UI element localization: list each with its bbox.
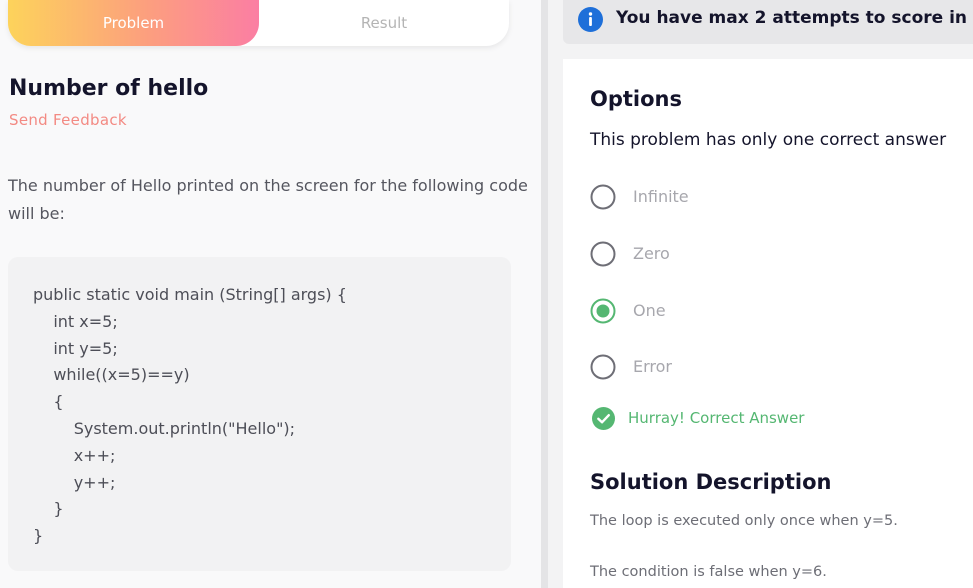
attempts-banner: You have max 2 attempts to score in this… xyxy=(563,0,973,44)
code-block: public static void main (String[] args) … xyxy=(8,257,511,571)
info-icon xyxy=(578,7,603,32)
radio-unchecked-icon[interactable] xyxy=(590,241,616,267)
code-line: int x=5; xyxy=(33,311,118,331)
tab-problem[interactable]: Problem xyxy=(8,0,259,46)
radio-unchecked-icon[interactable] xyxy=(590,184,616,210)
code-lines: public static void main (String[] args) … xyxy=(33,282,347,550)
code-line: } xyxy=(33,499,64,519)
radio-checked-icon[interactable] xyxy=(590,298,616,324)
option-label: Infinite xyxy=(633,187,689,206)
code-line: while((x=5)==y) xyxy=(33,365,190,385)
solution-line: The condition is false when y=6. xyxy=(590,564,827,580)
code-line: x++; xyxy=(33,445,116,465)
problem-title: Number of hello xyxy=(9,76,209,101)
code-line: int y=5; xyxy=(33,338,118,358)
tab-result[interactable]: Result xyxy=(259,0,509,46)
solution-title: Solution Description xyxy=(590,470,832,494)
send-feedback-link[interactable]: Send Feedback xyxy=(9,111,127,129)
pane-resize-handle[interactable] xyxy=(541,0,548,588)
options-card: Options This problem has only one correc… xyxy=(563,59,973,588)
solution-line: The loop is executed only once when y=5. xyxy=(590,513,898,529)
problem-pane: Problem Result Number of hello Send Feed… xyxy=(0,0,541,588)
problem-description: The number of Hello printed on the scree… xyxy=(8,176,528,223)
tab-bar: Problem Result xyxy=(8,0,509,46)
code-line: y++; xyxy=(33,472,116,492)
radio-unchecked-icon[interactable] xyxy=(590,354,616,380)
answer-feedback: Hurray! Correct Answer xyxy=(592,407,952,431)
option-label: One xyxy=(633,301,666,320)
options-title: Options xyxy=(590,87,682,111)
options-subtitle: This problem has only one correct answer xyxy=(590,130,947,150)
attempts-text: You have max 2 attempts to score in this… xyxy=(616,8,973,28)
option-zero[interactable]: Zero xyxy=(590,241,970,269)
code-line: { xyxy=(33,392,64,412)
feedback-text: Hurray! Correct Answer xyxy=(628,409,805,427)
code-line: } xyxy=(33,526,44,546)
code-line: public static void main (String[] args) … xyxy=(33,285,347,304)
option-infinite[interactable]: Infinite xyxy=(590,184,970,212)
check-circle-icon xyxy=(592,407,615,430)
option-label: Zero xyxy=(633,244,670,263)
option-error[interactable]: Error xyxy=(590,354,970,382)
option-one[interactable]: One xyxy=(590,298,970,326)
answer-pane: You have max 2 attempts to score in this… xyxy=(548,0,973,588)
code-line: System.out.println("Hello"); xyxy=(33,418,296,438)
app-root: Problem Result Number of hello Send Feed… xyxy=(0,0,973,588)
option-label: Error xyxy=(633,357,672,376)
